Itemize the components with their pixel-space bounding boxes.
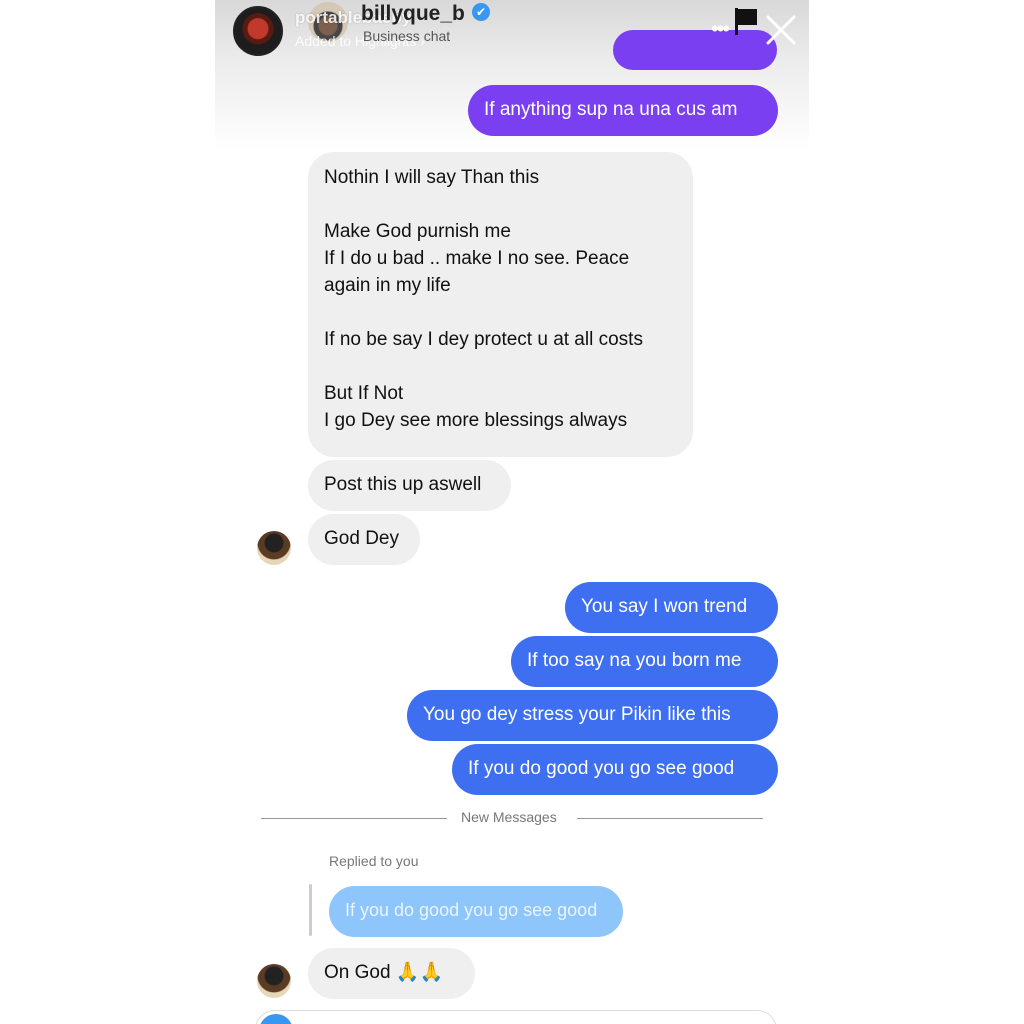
chat-subtitle: Business chat xyxy=(363,28,451,44)
message-bubble-partial xyxy=(613,30,777,70)
verified-badge-icon: ✔ xyxy=(472,3,490,21)
message-bubble-outgoing[interactable]: You say I won trend xyxy=(565,582,778,633)
close-icon[interactable] xyxy=(765,14,797,46)
message-bubble-incoming[interactable]: Post this up aswell xyxy=(308,460,511,511)
reply-indicator-bar xyxy=(309,884,312,936)
message-bubble-incoming[interactable]: Nothin I will say Than this Make God pur… xyxy=(308,152,693,457)
message-composer[interactable] xyxy=(255,1010,777,1024)
sender-avatar xyxy=(257,531,291,565)
new-messages-divider: New Messages xyxy=(461,809,557,825)
message-bubble-incoming[interactable]: On God 🙏🙏 xyxy=(308,948,475,999)
story-frame: portablebaeby billyque_b ✔ Added to High… xyxy=(215,0,809,1024)
message-bubble-outgoing[interactable]: If anything sup na una cus am xyxy=(468,85,778,136)
chat-name: billyque_b xyxy=(361,2,465,25)
reply-quoted-message[interactable]: If you do good you go see good xyxy=(329,886,623,937)
replied-label: Replied to you xyxy=(329,853,419,869)
flag-icon[interactable] xyxy=(733,6,759,36)
story-account-avatar[interactable] xyxy=(233,6,283,56)
message-bubble-outgoing[interactable]: If you do good you go see good xyxy=(452,744,778,795)
message-bubble-outgoing[interactable]: If too say na you born me xyxy=(511,636,778,687)
more-options-icon[interactable]: ••• xyxy=(711,16,730,42)
message-bubble-incoming[interactable]: God Dey xyxy=(308,514,420,565)
divider-left xyxy=(261,818,447,819)
sender-avatar xyxy=(257,964,291,998)
message-bubble-outgoing[interactable]: You go dey stress your Pikin like this xyxy=(407,690,778,741)
divider-right xyxy=(577,818,763,819)
